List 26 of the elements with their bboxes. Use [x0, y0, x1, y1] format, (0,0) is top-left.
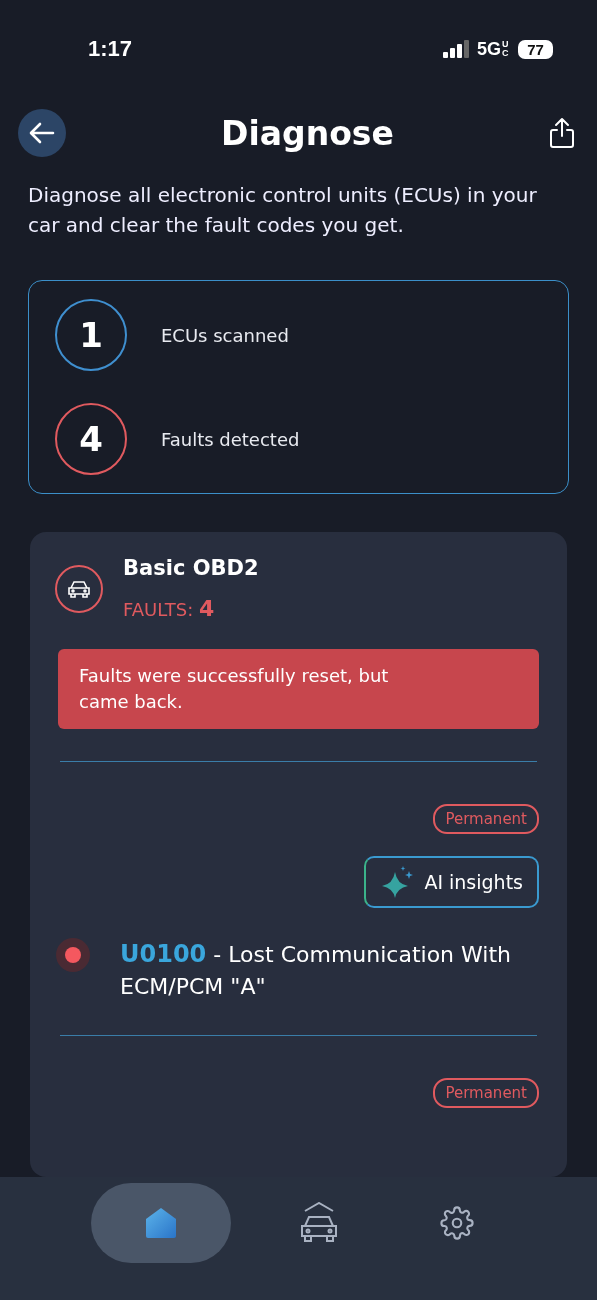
page-title: Diagnose [221, 113, 394, 153]
faults-label: FAULTS: [123, 599, 194, 620]
share-button[interactable] [549, 117, 575, 149]
status-badge: Permanent [433, 1078, 539, 1108]
ecu-name: Basic OBD2 [123, 556, 259, 580]
back-button[interactable] [18, 109, 66, 157]
description-text: Diagnose all electronic control units (ECUs) in your car and clear the fault codes you get. [28, 182, 538, 239]
count-ring: 4 [55, 403, 127, 475]
share-icon [549, 117, 575, 149]
stat-label: Faults detected [161, 428, 300, 450]
car-garage-icon [298, 1202, 339, 1244]
severity-dot [56, 938, 90, 972]
settings-icon [439, 1206, 474, 1240]
alert-banner: Faults were successfully reset, but came back. [58, 649, 539, 729]
count-ring: 1 [55, 299, 127, 371]
car-icon [55, 564, 103, 613]
stat-label: ECUs scanned [161, 324, 289, 346]
back-arrow-icon [29, 122, 55, 144]
battery-indicator: 77 [518, 39, 553, 59]
status-time: 1:17 [88, 36, 133, 62]
home-icon [143, 1206, 178, 1240]
faults-count: 4 [198, 596, 215, 621]
fault-description: U0100 - Lost Communication With ECM/PCM "A" [120, 939, 512, 1001]
status-badge: Permanent [433, 804, 539, 834]
ai-insights-button[interactable]: AI insights [364, 856, 539, 908]
signal-icon [443, 40, 469, 58]
